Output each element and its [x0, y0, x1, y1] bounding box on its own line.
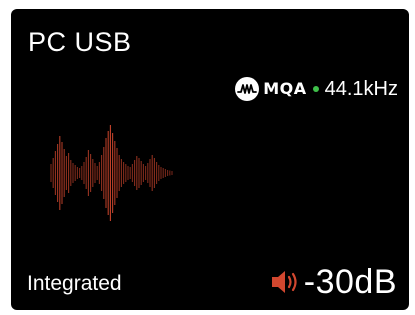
- mqa-badge: MQA: [263, 79, 307, 98]
- speaker-icon: [271, 271, 297, 293]
- mode-label: Integrated: [27, 272, 122, 295]
- volume-indicator: -30dB: [270, 265, 397, 299]
- mqa-logo-icon: [235, 77, 260, 101]
- sample-rate: 44.1kHz: [324, 78, 398, 100]
- input-source-label: PC USB: [28, 27, 132, 57]
- waveform-visualizer: [50, 125, 173, 221]
- volume-value: -30dB: [303, 263, 397, 301]
- device-display: PC USB MQA 44.1kHz Integrated -30dB: [11, 9, 409, 310]
- format-indicator: MQA 44.1kHz: [235, 77, 398, 101]
- mqa-status-dot: [312, 86, 319, 92]
